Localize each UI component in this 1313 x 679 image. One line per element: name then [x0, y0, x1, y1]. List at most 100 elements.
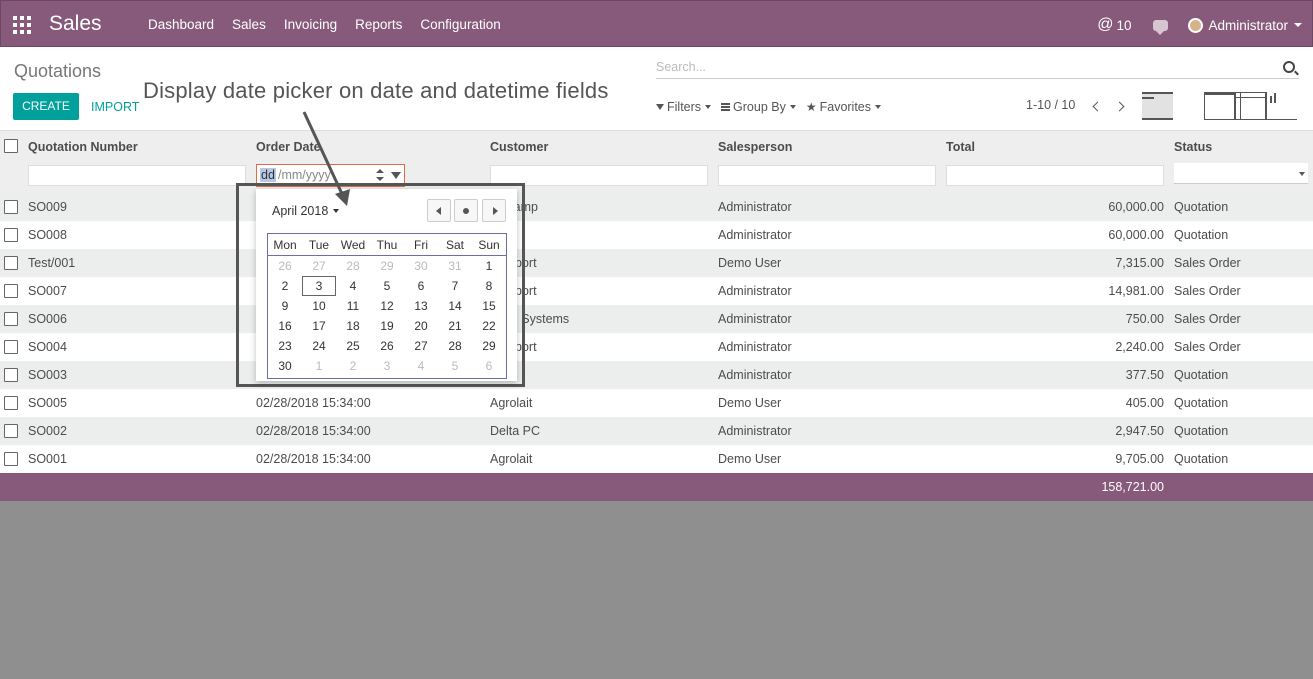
user-menu-label[interactable]: Administrator [1208, 18, 1288, 33]
calendar-day[interactable]: 15 [472, 296, 506, 316]
calendar-day[interactable]: 4 [336, 276, 370, 296]
number-filter-input[interactable] [28, 165, 246, 186]
calendar-day[interactable]: 1 [472, 256, 506, 276]
calendar-day[interactable]: 18 [336, 316, 370, 336]
spinner-icon[interactable] [376, 167, 384, 183]
row-checkbox[interactable] [4, 340, 18, 354]
row-checkbox[interactable] [4, 256, 18, 270]
calendar-day[interactable]: 5 [438, 356, 472, 376]
status-filter-select[interactable] [1174, 163, 1308, 184]
table-row[interactable]: SO004a ExportAdministrator2,240.00Sales … [0, 333, 1313, 361]
table-row[interactable]: SO007a ExportAdministrator14,981.00Sales… [0, 277, 1313, 305]
calendar-day[interactable]: 5 [370, 276, 404, 296]
apps-grid-icon[interactable] [13, 16, 31, 34]
table-row[interactable]: SO002 02/28/2018 15:34:00 Delta PC Administ… [0, 417, 1313, 445]
mentions-button[interactable]: @ 10 [1097, 16, 1131, 34]
calendar-day[interactable]: 17 [302, 316, 336, 336]
calendar-day[interactable]: 14 [438, 296, 472, 316]
calendar-day[interactable]: 4 [404, 356, 438, 376]
next-month-button[interactable] [482, 199, 506, 222]
table-row[interactable]: SO003PCAdministrator377.50Quotation [0, 361, 1313, 389]
menu-item-sales[interactable]: Sales [232, 17, 266, 32]
menu-item-configuration[interactable]: Configuration [420, 17, 500, 32]
calendar-day[interactable]: 11 [336, 296, 370, 316]
calendar-day[interactable]: 26 [370, 336, 404, 356]
pager-previous-icon[interactable] [1092, 101, 1103, 112]
previous-month-button[interactable] [427, 199, 451, 222]
calendar-day[interactable]: 27 [404, 336, 438, 356]
dropdown-triangle-icon[interactable] [391, 172, 401, 179]
calendar-day[interactable]: 13 [404, 296, 438, 316]
search-icon[interactable] [1283, 61, 1295, 73]
calendar-day[interactable]: 22 [472, 316, 506, 336]
calendar-day[interactable]: 29 [370, 256, 404, 276]
menu-item-reports[interactable]: Reports [355, 17, 402, 32]
today-button[interactable] [454, 199, 478, 222]
calendar-day[interactable]: 10 [302, 296, 336, 316]
table-row[interactable]: SO001 02/28/2018 15:34:00 Agrolait Demo Use… [0, 445, 1313, 473]
calendar-day[interactable]: 30 [404, 256, 438, 276]
menu-item-dashboard[interactable]: Dashboard [148, 17, 214, 32]
row-checkbox[interactable] [4, 228, 18, 242]
calendar-day[interactable]: 9 [268, 296, 302, 316]
calendar-day[interactable]: 20 [404, 316, 438, 336]
calendar-day[interactable]: 16 [268, 316, 302, 336]
calendar-day[interactable]: 26 [268, 256, 302, 276]
month-selector[interactable]: April 2018 [272, 204, 340, 218]
row-checkbox[interactable] [4, 368, 18, 382]
column-header-salesperson[interactable]: Salesperson [718, 140, 792, 154]
row-checkbox[interactable] [4, 200, 18, 214]
table-row[interactable]: SO009ptocampAdministrator60,000.00Quotat… [0, 193, 1313, 221]
pivot-view-button[interactable] [1235, 92, 1266, 120]
calendar-day[interactable]: 6 [404, 276, 438, 296]
pager-next-icon[interactable] [1114, 101, 1125, 112]
pager-value[interactable]: 1-10 / 10 [1026, 98, 1075, 112]
breadcrumb[interactable]: Quotations [14, 61, 101, 82]
calendar-view-button[interactable] [1204, 92, 1235, 120]
column-header-total[interactable]: Total [946, 140, 975, 154]
kanban-view-button[interactable] [1173, 92, 1204, 120]
create-button[interactable]: CREATE [13, 93, 79, 120]
table-row[interactable]: SO008laitAdministrator60,000.00Quotation [0, 221, 1313, 249]
table-row[interactable]: SO005 02/28/2018 15:34:00 Agrolait Demo Use… [0, 389, 1313, 417]
calendar-day[interactable]: 6 [472, 356, 506, 376]
calendar-day[interactable]: 7 [438, 276, 472, 296]
calendar-day[interactable]: 28 [336, 256, 370, 276]
calendar-day[interactable]: 1 [302, 356, 336, 376]
table-row[interactable]: SO006 k Big Systems Administrator 750.00 Sal… [0, 305, 1313, 333]
calendar-day[interactable]: 2 [336, 356, 370, 376]
groupby-dropdown[interactable]: Group By [721, 100, 796, 114]
calendar-day[interactable]: 31 [438, 256, 472, 276]
row-checkbox[interactable] [4, 284, 18, 298]
column-header-status[interactable]: Status [1174, 140, 1212, 154]
calendar-day[interactable]: 25 [336, 336, 370, 356]
calendar-day[interactable]: 2 [268, 276, 302, 296]
calendar-day[interactable]: 28 [438, 336, 472, 356]
date-day-segment[interactable]: dd [260, 168, 276, 182]
calendar-day[interactable]: 3 [302, 276, 336, 296]
column-header-order-date[interactable]: Order Date [256, 140, 321, 154]
row-checkbox[interactable] [4, 312, 18, 326]
total-filter-input[interactable] [946, 165, 1164, 186]
filters-dropdown[interactable]: Filters [656, 100, 712, 114]
import-button[interactable]: IMPORT [91, 100, 139, 114]
graph-view-button[interactable] [1266, 92, 1297, 120]
salesperson-filter-input[interactable] [718, 165, 936, 186]
calendar-day[interactable]: 19 [370, 316, 404, 336]
search-input[interactable]: Search... [656, 60, 706, 74]
select-all-checkbox[interactable] [4, 139, 18, 153]
menu-item-invoicing[interactable]: Invoicing [284, 17, 337, 32]
calendar-day[interactable]: 30 [268, 356, 302, 376]
chat-icon[interactable] [1153, 19, 1169, 35]
calendar-day[interactable]: 12 [370, 296, 404, 316]
calendar-day[interactable]: 8 [472, 276, 506, 296]
calendar-day[interactable]: 27 [302, 256, 336, 276]
calendar-day[interactable]: 23 [268, 336, 302, 356]
list-view-button[interactable] [1142, 92, 1173, 120]
table-row[interactable]: Test/001a ExportDemo User7,315.00Sales O… [0, 249, 1313, 277]
row-checkbox[interactable] [4, 396, 18, 410]
column-header-number[interactable]: Quotation Number [28, 140, 138, 154]
calendar-day[interactable]: 21 [438, 316, 472, 336]
calendar-day[interactable]: 29 [472, 336, 506, 356]
favorites-dropdown[interactable]: ★ Favorites [806, 100, 882, 114]
